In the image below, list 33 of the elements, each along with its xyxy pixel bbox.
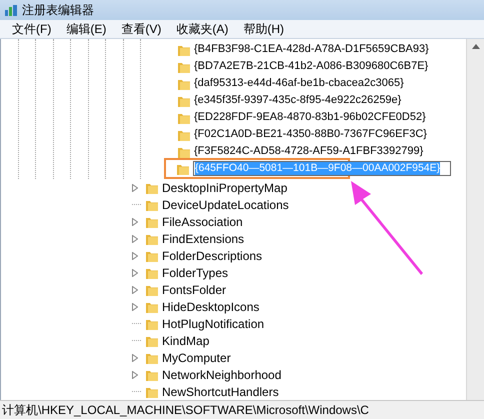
menu-item[interactable]: 帮助(H) xyxy=(243,20,284,38)
registry-key[interactable]: HideDesktopIcons xyxy=(162,298,260,316)
menu-item[interactable]: 收藏夹(A) xyxy=(176,20,228,38)
registry-key[interactable]: DeviceUpdateLocations xyxy=(162,196,289,214)
registry-key[interactable]: FolderDescriptions xyxy=(162,246,262,264)
expand-icon[interactable] xyxy=(132,286,138,294)
registry-icon xyxy=(4,4,18,16)
expand-icon[interactable] xyxy=(132,370,138,378)
registry-key[interactable]: MyComputer xyxy=(162,348,231,366)
scrollbar[interactable] xyxy=(466,39,484,400)
registry-key[interactable]: FontsFolder xyxy=(162,280,226,298)
expand-icon[interactable] xyxy=(132,252,138,260)
registry-key[interactable]: FileAssociation xyxy=(162,212,243,230)
selected-text: {645FFO40—5081—101B—9F08—00AA002F954E} xyxy=(195,162,440,175)
expand-icon[interactable] xyxy=(132,302,138,310)
expand-icon[interactable] xyxy=(132,218,138,226)
registry-key[interactable]: FolderTypes xyxy=(162,264,228,282)
registry-key[interactable]: NetworkNeighborhood xyxy=(162,366,282,384)
expand-icon[interactable] xyxy=(132,184,138,192)
expand-icon[interactable] xyxy=(132,354,138,362)
registry-key[interactable]: FindExtensions xyxy=(162,230,244,248)
menu-item[interactable]: 文件(F) xyxy=(12,20,52,38)
expand-icon[interactable] xyxy=(132,234,138,242)
status-path: 计算机\HKEY_LOCAL_MACHINE\SOFTWARE\Microsoft\Windows\C xyxy=(2,402,369,419)
menu-item[interactable]: 编辑(E) xyxy=(66,20,106,38)
registry-key[interactable]: DesktopIniPropertyMap xyxy=(162,178,288,196)
registry-key[interactable]: KindMap xyxy=(162,332,210,350)
registry-key[interactable]: HotPlugNotification xyxy=(162,314,264,332)
scroll-up-icon[interactable] xyxy=(472,44,480,49)
registry-key[interactable]: NewShortcutHandlers xyxy=(162,382,279,400)
expand-icon[interactable] xyxy=(132,268,138,276)
menu-item[interactable]: 查看(V) xyxy=(121,20,162,38)
window-title: 注册表编辑器 xyxy=(22,2,94,19)
